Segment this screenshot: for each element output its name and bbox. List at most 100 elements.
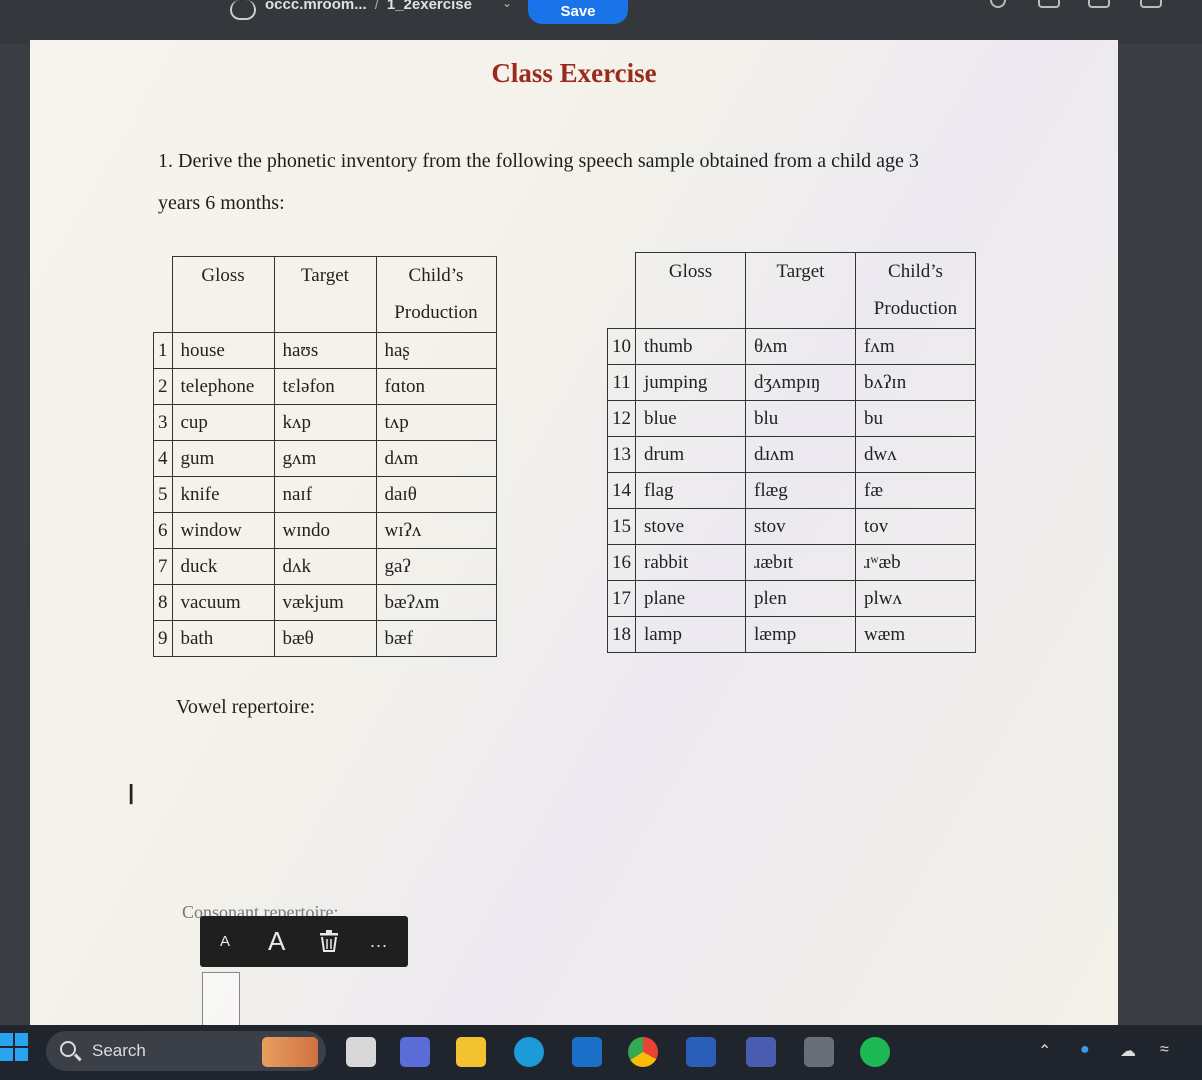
child-cell: fɑton: [375, 368, 497, 405]
header-target: Target: [273, 256, 377, 295]
trash-icon[interactable]: [318, 916, 340, 967]
chevron-up-icon[interactable]: ⌃: [1038, 1041, 1051, 1061]
gloss-cell: rabbit: [635, 544, 746, 581]
search-label: Search: [92, 1041, 146, 1060]
gloss-cell: plane: [635, 580, 746, 617]
table-row: 15 stove stov tov: [607, 508, 976, 545]
table-row: 18 lamp læmp wæm: [607, 616, 976, 653]
target-cell: plen: [745, 580, 856, 617]
cloud-icon[interactable]: ☁: [1120, 1041, 1136, 1061]
windows-start-icon[interactable]: [0, 1033, 28, 1061]
task-view-icon[interactable]: [346, 1037, 376, 1067]
breadcrumb-file[interactable]: 1_2exercise: [387, 0, 472, 13]
save-button[interactable]: Save: [528, 0, 628, 24]
question-text: 1. Derive the phonetic inventory from th…: [158, 140, 1018, 224]
child-cell: ɹʷæb: [855, 544, 976, 581]
row-number: 6: [153, 512, 173, 549]
gloss-cell: knife: [171, 476, 275, 513]
table-row: 12 blue blu bu: [607, 400, 976, 437]
target-cell: tɛləfon: [273, 368, 377, 405]
panel-icon[interactable]: [1088, 0, 1110, 8]
table-row: 4 gum gʌm dʌm: [153, 440, 497, 477]
row-number: 2: [153, 368, 173, 405]
sidebar-icon[interactable]: [1140, 0, 1162, 8]
row-number: 18: [607, 616, 636, 653]
row-number: 9: [153, 620, 173, 657]
target-cell: naɪf: [273, 476, 377, 513]
chrome-icon[interactable]: [628, 1037, 658, 1067]
window-icon[interactable]: [1038, 0, 1060, 8]
teams-new-icon[interactable]: [746, 1037, 776, 1067]
gloss-cell: gum: [171, 440, 275, 477]
chevron-down-icon[interactable]: ⌄: [502, 0, 512, 10]
edge-browser-icon[interactable]: [514, 1037, 544, 1067]
table-row: 16 rabbit ɹæbɪt ɹʷæb: [607, 544, 976, 581]
breadcrumb-site[interactable]: occc.mroom...: [265, 0, 367, 13]
table-row: 2 telephone tɛləfon fɑton: [153, 368, 497, 405]
gloss-cell: vacuum: [171, 584, 275, 621]
more-options-button[interactable]: ...: [370, 916, 388, 967]
table-row: 11 jumping dʒʌmpɪŋ bʌʔɪn: [607, 364, 976, 401]
teams-icon[interactable]: [400, 1037, 430, 1067]
header-gloss: Gloss: [635, 252, 746, 291]
document-title: Class Exercise: [491, 58, 657, 88]
row-number: 5: [153, 476, 173, 513]
row-number: 11: [607, 364, 636, 401]
target-cell: bæθ: [273, 620, 377, 657]
target-cell: kʌp: [273, 404, 377, 441]
table-row: 3 cup kʌp tʌp: [153, 404, 497, 441]
app-logo-icon: [230, 0, 256, 20]
gloss-cell: duck: [171, 548, 275, 585]
breadcrumb-separator: /: [374, 0, 379, 13]
vowel-repertoire-label: Vowel repertoire:: [176, 696, 316, 718]
outlook-icon[interactable]: [572, 1037, 602, 1067]
document-page: Class Exercise 1. Derive the phonetic in…: [30, 40, 1118, 1030]
decrease-font-size-button[interactable]: A: [220, 916, 230, 967]
question-line-1: 1. Derive the phonetic inventory from th…: [158, 150, 919, 172]
search-icon[interactable]: [990, 0, 1006, 8]
child-cell: bʌʔɪn: [855, 364, 976, 401]
row-number: 4: [153, 440, 173, 477]
row-number: 13: [607, 436, 636, 473]
target-cell: læmp: [745, 616, 856, 653]
target-cell: θʌm: [745, 328, 856, 365]
gloss-cell: thumb: [635, 328, 746, 365]
spotify-icon[interactable]: [860, 1037, 890, 1067]
target-cell: haʊs: [273, 332, 377, 369]
text-format-toolbar: A A ...: [200, 916, 408, 967]
app-top-bar: occc.mroom... / 1_2exercise ⌄ Save: [0, 0, 1202, 44]
child-cell: dwʌ: [855, 436, 976, 473]
increase-font-size-button[interactable]: A: [268, 916, 285, 967]
child-cell: wæm: [855, 616, 976, 653]
word-icon[interactable]: [686, 1037, 716, 1067]
target-cell: wɪndo: [273, 512, 377, 549]
row-number: 1: [153, 332, 173, 369]
search-icon: [60, 1041, 76, 1057]
gloss-cell: window: [171, 512, 275, 549]
header-target: Target: [745, 252, 856, 291]
wifi-icon[interactable]: ≈: [1160, 1041, 1169, 1059]
target-cell: dʒʌmpɪŋ: [745, 364, 856, 401]
file-explorer-icon[interactable]: [456, 1037, 486, 1067]
child-cell: fʌm: [855, 328, 976, 365]
text-box[interactable]: [202, 972, 240, 1028]
child-cell: haʂ: [375, 332, 497, 369]
gloss-cell: jumping: [635, 364, 746, 401]
child-cell: bæʔʌm: [375, 584, 497, 621]
child-cell: daɪθ: [375, 476, 497, 513]
row-number: 14: [607, 472, 636, 509]
calculator-icon[interactable]: [804, 1037, 834, 1067]
gloss-cell: flag: [635, 472, 746, 509]
row-number: 3: [153, 404, 173, 441]
header-child-production-2: Production: [375, 294, 497, 333]
table-row: 17 plane plen plwʌ: [607, 580, 976, 617]
row-number: 10: [607, 328, 636, 365]
child-cell: tov: [855, 508, 976, 545]
speech-sample-table-left: Gloss Target Child’s Production 1 house ha…: [153, 256, 497, 657]
widgets-icon[interactable]: [262, 1037, 318, 1067]
gloss-cell: telephone: [171, 368, 275, 405]
table-row: 13 drum dɹʌm dwʌ: [607, 436, 976, 473]
bluetooth-icon[interactable]: ●: [1080, 1041, 1090, 1059]
gloss-cell: drum: [635, 436, 746, 473]
target-cell: dɹʌm: [745, 436, 856, 473]
